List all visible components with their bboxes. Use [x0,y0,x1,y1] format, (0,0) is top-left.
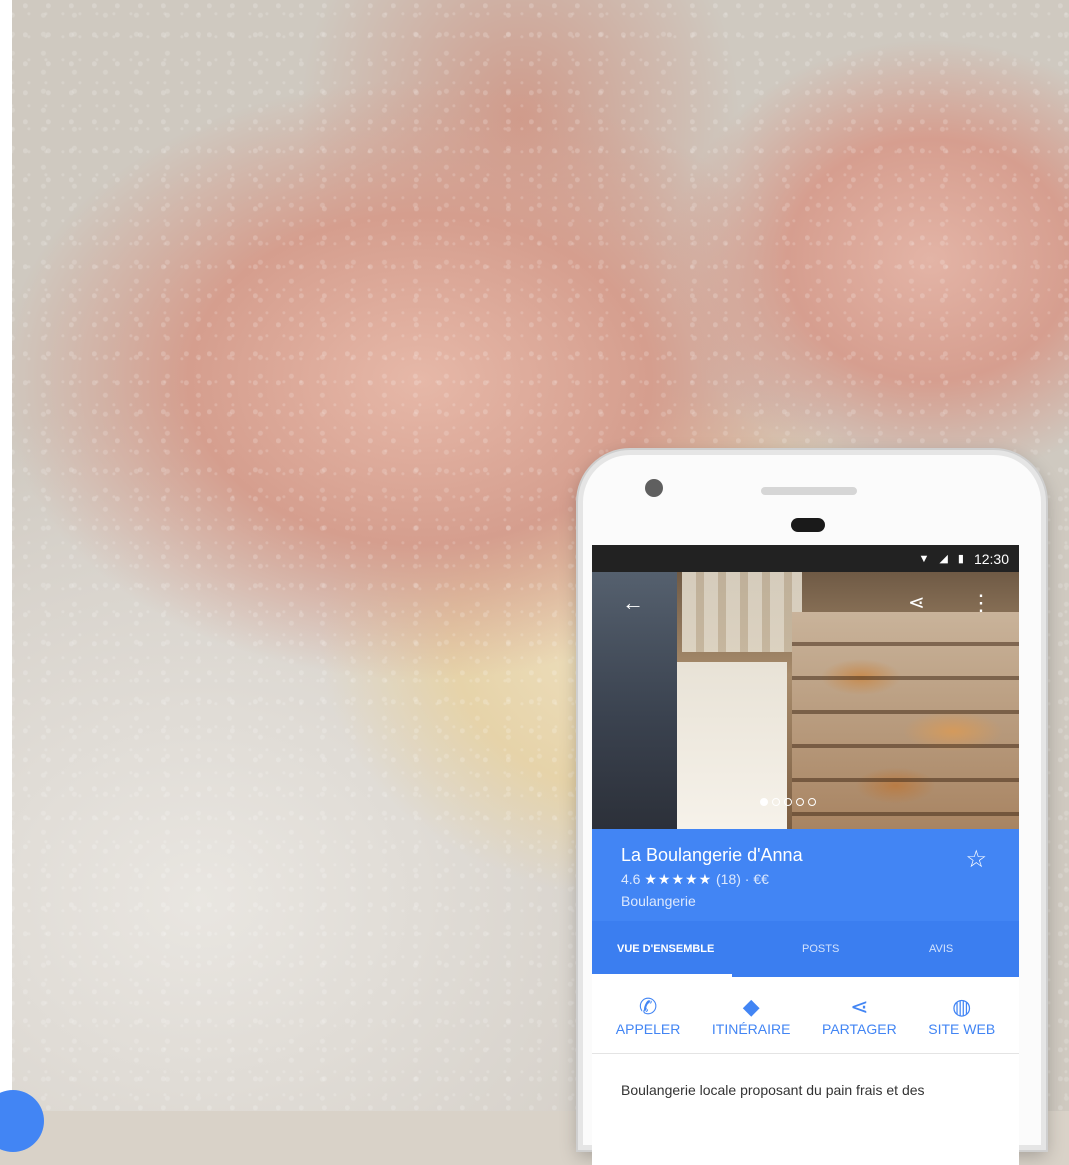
place-header: La Boulangerie d'Anna 4.6 ★★★★★ (18) · €… [592,829,1019,921]
share-icon[interactable]: ⋖ [908,592,925,614]
directions-label: ITINÉRAIRE [711,1021,791,1037]
call-label: APPELER [615,1021,681,1037]
carousel-dot[interactable] [772,798,780,806]
share-button[interactable]: ⋖ PARTAGER [822,993,897,1053]
battery-icon: ▮ [957,553,964,565]
back-arrow-icon[interactable]: ← [622,592,644,614]
save-star-icon[interactable]: ☆ [965,845,987,874]
status-bar: ▼ ◢ ▮ 12:30 [592,545,1019,572]
website-button[interactable]: ◍ SITE WEB [928,993,995,1053]
directions-icon: ◆ [742,994,760,1019]
call-button[interactable]: ✆ APPELER [616,993,681,1053]
rating-value: 4.6 [621,871,641,887]
place-rating: 4.6 ★★★★★ (18) · €€ [621,871,1019,888]
proximity-sensor [791,518,825,532]
place-title: La Boulangerie d'Anna [621,845,803,865]
website-label: SITE WEB [928,1021,996,1037]
phone-screen: ▼ ◢ ▮ 12:30 ← ⋖ ⋮ La Boulangerie d'Anna [592,545,1019,1165]
wifi-icon: ▼ [918,552,930,565]
globe-icon: ◍ [952,994,972,1019]
place-photo[interactable]: ← ⋖ ⋮ [592,572,1019,829]
tab-posts[interactable]: POSTS [802,943,839,955]
phone-icon: ✆ [638,994,658,1019]
active-tab-indicator [592,974,732,977]
left-edge-strip [0,0,12,1111]
tab-reviews[interactable]: AVIS [929,943,953,955]
carousel-indicator[interactable] [760,798,816,806]
earpiece-speaker [761,487,857,495]
signal-icon: ◢ [939,553,948,565]
tab-overview[interactable]: VUE D'ENSEMBLE [617,943,714,955]
carousel-dot[interactable] [760,798,768,806]
place-category: Boulangerie [621,893,696,909]
share-icon: ⋖ [850,994,869,1019]
directions-button[interactable]: ◆ ITINÉRAIRE [712,993,791,1053]
place-description: Boulangerie locale proposant du pain fra… [621,1082,925,1098]
tab-bar: VUE D'ENSEMBLE POSTS AVIS [592,921,1019,977]
share-label: PARTAGER [822,1021,897,1037]
more-vert-icon[interactable]: ⋮ [970,592,992,614]
carousel-dot[interactable] [796,798,804,806]
rating-stars: ★★★★★ [644,871,713,887]
front-camera [645,479,663,497]
carousel-dot[interactable] [808,798,816,806]
reviews-price[interactable]: (18) · €€ [716,871,769,887]
action-row: ✆ APPELER ◆ ITINÉRAIRE ⋖ PARTAGER ◍ SITE… [592,977,1019,1054]
status-time: 12:30 [973,550,1009,567]
carousel-dot[interactable] [784,798,792,806]
phone-mockup: ▼ ◢ ▮ 12:30 ← ⋖ ⋮ La Boulangerie d'Anna [578,450,1046,1165]
